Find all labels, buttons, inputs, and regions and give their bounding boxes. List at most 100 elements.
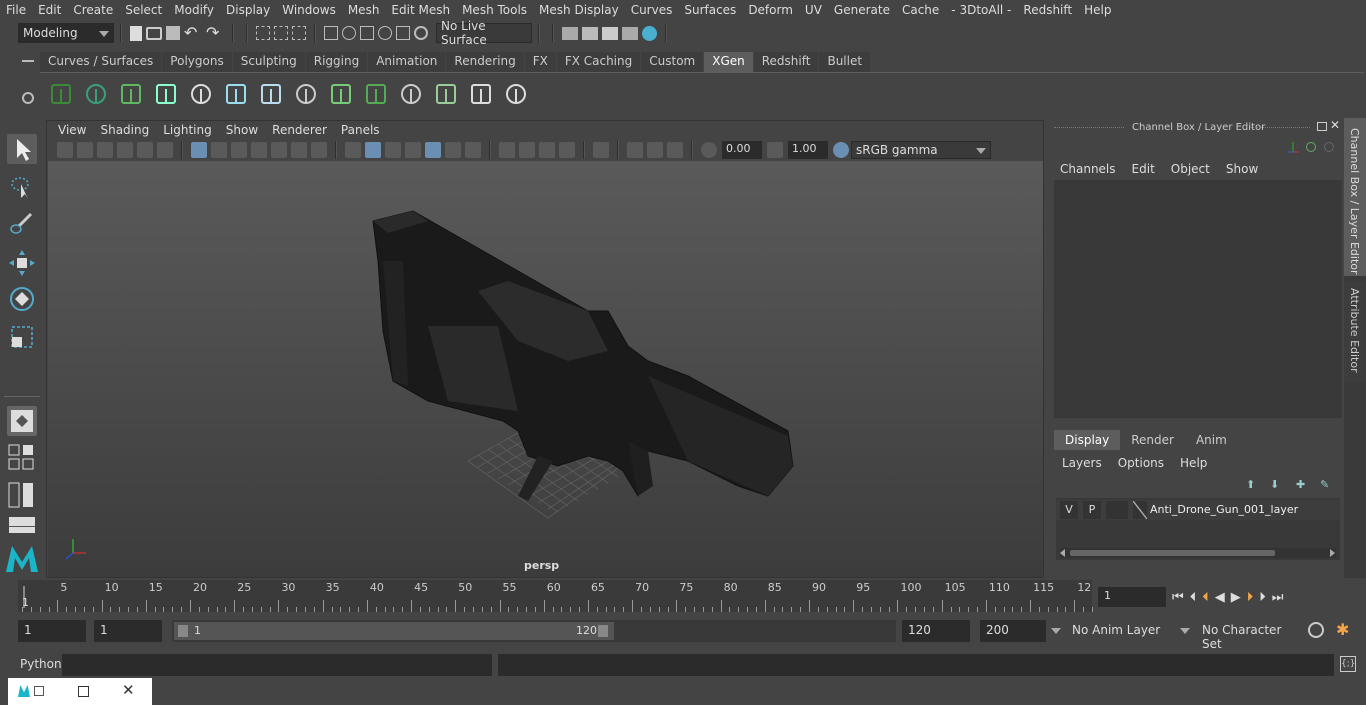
default-material-icon[interactable] — [385, 142, 401, 158]
tab-channel-box[interactable]: Channel Box / Layer Editor — [1344, 118, 1366, 276]
menu-deform[interactable]: Deform — [742, 3, 799, 17]
menu-generate[interactable]: Generate — [828, 3, 896, 17]
image-plane-icon[interactable] — [117, 142, 133, 158]
shelf-tab-rendering[interactable]: Rendering — [446, 52, 524, 72]
field-chart-icon[interactable] — [271, 142, 287, 158]
new-layer-icon[interactable]: ✚ — [1296, 478, 1305, 491]
gamma-field[interactable]: 1.00 — [788, 141, 828, 159]
safe-action-icon[interactable] — [291, 142, 307, 158]
float-panel-icon[interactable] — [1317, 122, 1327, 131]
shelf-tab-sculpting[interactable]: Sculpting — [232, 52, 305, 72]
maximize-icon[interactable] — [78, 686, 89, 697]
minimized-window[interactable]: ✕ — [8, 678, 152, 705]
shelf-tab-custom[interactable]: Custom — [641, 52, 704, 72]
camera-attributes-icon[interactable] — [77, 142, 93, 158]
viewport-menu-renderer[interactable]: Renderer — [265, 123, 334, 137]
chevron-down-icon[interactable] — [1180, 628, 1190, 634]
close-panel-icon[interactable]: ✕ — [1330, 118, 1340, 132]
scrollbar-thumb[interactable] — [1070, 550, 1275, 556]
depth-of-field-icon[interactable] — [559, 142, 575, 158]
xgen-leaf-icon[interactable] — [116, 79, 146, 109]
menu-3dtoall[interactable]: - 3DtoAll - — [945, 3, 1017, 17]
chevron-down-icon[interactable] — [1051, 628, 1061, 634]
redo-icon[interactable]: ↷ — [206, 24, 224, 42]
viewport-menu-show[interactable]: Show — [219, 123, 265, 137]
four-view-layout-icon[interactable] — [8, 444, 36, 472]
xgen-grid-icon[interactable] — [361, 79, 391, 109]
snap-live-icon[interactable] — [396, 26, 410, 40]
use-all-lights-icon[interactable] — [445, 142, 461, 158]
character-set-dropdown[interactable]: No Character Set — [1196, 620, 1300, 651]
history-icon[interactable] — [414, 26, 428, 40]
layer-row[interactable]: V P Anti_Drone_Gun_001_layer — [1056, 500, 1340, 520]
3d-viewport[interactable]: persp — [48, 161, 1043, 577]
side-by-side-layout-icon[interactable] — [8, 482, 36, 510]
render-view-icon[interactable] — [622, 26, 638, 40]
undo-icon[interactable]: ↶ — [184, 24, 202, 42]
menu-windows[interactable]: Windows — [276, 3, 342, 17]
shelf-tab-rigging[interactable]: Rigging — [305, 52, 368, 72]
live-surface-field[interactable]: No Live Surface — [436, 19, 532, 47]
play-backwards-icon[interactable]: ◀ — [1215, 590, 1225, 605]
channel-menu-channels[interactable]: Channels — [1056, 162, 1128, 176]
isolate-select-icon[interactable] — [593, 142, 609, 158]
wireframe-icon[interactable] — [345, 142, 361, 158]
viewport-menu-view[interactable]: View — [51, 123, 93, 137]
grid-icon[interactable] — [191, 142, 207, 158]
outliner-layout-icon[interactable] — [8, 516, 36, 536]
menu-display[interactable]: Display — [220, 3, 276, 17]
safe-title-icon[interactable] — [311, 142, 327, 158]
scroll-right-icon[interactable] — [1330, 549, 1335, 557]
close-icon[interactable]: ✕ — [122, 681, 135, 699]
xgen-cut-icon[interactable] — [466, 79, 496, 109]
layer-tab-display[interactable]: Display — [1054, 430, 1121, 450]
camera-select-icon[interactable] — [57, 142, 73, 158]
step-back-frame-icon[interactable]: ⏴ — [1190, 590, 1197, 605]
shelf-menu-icon[interactable] — [22, 60, 34, 62]
xgen-comb-icon[interactable] — [431, 79, 461, 109]
menu-redshift[interactable]: Redshift — [1017, 3, 1078, 17]
xgen-scale-guides-icon[interactable] — [396, 79, 426, 109]
layer-menu-layers[interactable]: Layers — [1056, 456, 1112, 470]
play-forwards-icon[interactable]: ▶ — [1231, 590, 1241, 605]
scale-tool[interactable] — [7, 322, 37, 352]
snap-grid-icon[interactable] — [324, 26, 338, 40]
snap-point-icon[interactable] — [360, 26, 374, 40]
snap-view-icon[interactable] — [378, 26, 392, 40]
save-scene-icon[interactable] — [166, 26, 180, 40]
wireframe-on-shaded-icon[interactable] — [405, 142, 421, 158]
single-view-layout[interactable] — [7, 406, 37, 436]
mode-selector[interactable]: Modeling — [18, 23, 114, 43]
go-to-end-icon[interactable]: ⏭ — [1272, 590, 1284, 605]
rotate-tool[interactable] — [7, 284, 37, 314]
exposure-icon[interactable] — [701, 142, 717, 158]
playback-start-field[interactable]: 1 — [94, 620, 162, 642]
channel-box-dot-icon[interactable] — [1306, 142, 1316, 152]
go-to-start-icon[interactable]: ⏮ — [1172, 590, 1184, 605]
bookmark-icon[interactable] — [97, 142, 113, 158]
channel-menu-show[interactable]: Show — [1222, 162, 1270, 176]
shelf-tab-bullet[interactable]: Bullet — [819, 52, 871, 72]
panel-drag-handle[interactable] — [1250, 127, 1310, 130]
layer-display-type[interactable] — [1106, 501, 1128, 519]
move-layer-down-icon[interactable]: ⬇ — [1270, 478, 1279, 491]
layer-scrollbar[interactable] — [1060, 548, 1336, 558]
new-layer-selected-icon[interactable]: ✎ — [1320, 478, 1329, 491]
grease-pencil-icon[interactable] — [157, 142, 173, 158]
film-gate-icon[interactable] — [211, 142, 227, 158]
menu-help[interactable]: Help — [1078, 3, 1117, 17]
layer-visibility-toggle[interactable]: V — [1060, 501, 1078, 519]
shelf-tab-polygons[interactable]: Polygons — [162, 52, 232, 72]
2d-pan-zoom-icon[interactable] — [137, 142, 153, 158]
start-time-field[interactable]: 1 — [18, 620, 86, 642]
resolution-gate-icon[interactable] — [231, 142, 247, 158]
shelf-tab-fx-caching[interactable]: FX Caching — [556, 52, 641, 72]
xgen-cross-icon[interactable] — [501, 79, 531, 109]
layer-color-swatch[interactable] — [1133, 501, 1147, 519]
shelf-tab-animation[interactable]: Animation — [368, 52, 446, 72]
viewport-menu-panels[interactable]: Panels — [334, 123, 387, 137]
viewport-menu-lighting[interactable]: Lighting — [156, 123, 219, 137]
layer-menu-help[interactable]: Help — [1174, 456, 1217, 470]
menu-cache[interactable]: Cache — [896, 3, 945, 17]
render-settings-icon[interactable] — [562, 26, 578, 40]
